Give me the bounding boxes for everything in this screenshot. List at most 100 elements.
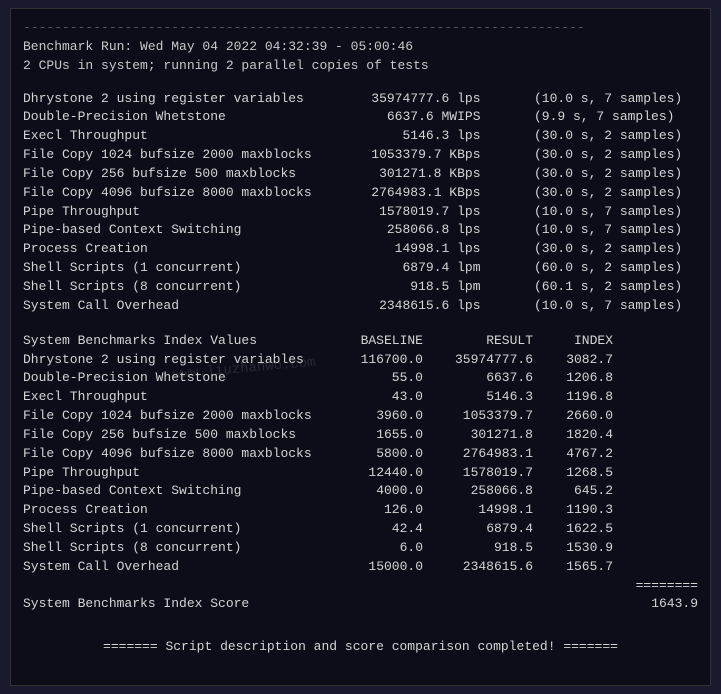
measurement-row: File Copy 4096 bufsize 8000 maxblocks276… xyxy=(23,184,698,203)
index-row-baseline: 5800.0 xyxy=(323,445,423,464)
measurement-row: File Copy 256 bufsize 500 maxblocks 30127… xyxy=(23,165,698,184)
index-row-label: Dhrystone 2 using register variables xyxy=(23,351,323,370)
table-header-row: System Benchmarks Index Values BASELINE … xyxy=(23,332,698,351)
header-line-1: Benchmark Run: Wed May 04 2022 04:32:39 … xyxy=(23,38,698,57)
measurement-row: Execl Throughput5146.3 lps(30.0 s, 2 sam… xyxy=(23,127,698,146)
index-row-result: 6637.6 xyxy=(423,369,533,388)
score-value: 1643.9 xyxy=(618,595,698,614)
index-row-result: 918.5 xyxy=(423,539,533,558)
index-row-label: Pipe Throughput xyxy=(23,464,323,483)
index-row-label: Double-Precision Whetstone xyxy=(23,369,323,388)
measurement-info: (30.0 s, 2 samples) xyxy=(528,127,698,146)
measurement-row: Double-Precision Whetstone 6637.6 MWIPS (9… xyxy=(23,108,698,127)
measurement-value: 1578019.7 lps xyxy=(371,203,481,222)
measurement-info: (30.0 s, 2 samples) xyxy=(528,184,698,203)
measurement-label: Dhrystone 2 using register variables xyxy=(23,90,323,109)
index-row-index: 4767.2 xyxy=(533,445,613,464)
measurement-info: (60.1 s, 2 samples) xyxy=(528,278,698,297)
index-row-result: 5146.3 xyxy=(423,388,533,407)
measurement-info: (30.0 s, 2 samples) xyxy=(528,146,698,165)
col-header-index: INDEX xyxy=(533,332,613,351)
measurement-info: (10.0 s, 7 samples) xyxy=(528,203,698,222)
index-table-section: System Benchmarks Index Values BASELINE … xyxy=(23,332,698,615)
equals-separator: ======== xyxy=(23,577,698,596)
index-table-row: Process Creation 126.0 14998.1 1190.3 xyxy=(23,501,698,520)
index-row-baseline: 43.0 xyxy=(323,388,423,407)
index-row-result: 1578019.7 xyxy=(423,464,533,483)
index-row-index: 3082.7 xyxy=(533,351,613,370)
measurement-label: File Copy 1024 bufsize 2000 maxblocks xyxy=(23,146,323,165)
measurement-value: 918.5 lpm xyxy=(371,278,481,297)
index-row-label: Shell Scripts (1 concurrent) xyxy=(23,520,323,539)
col-header-baseline: BASELINE xyxy=(323,332,423,351)
index-row-index: 645.2 xyxy=(533,482,613,501)
index-row-baseline: 126.0 xyxy=(323,501,423,520)
measurement-value: 1053379.7 KBps xyxy=(371,146,481,165)
index-row-index: 1622.5 xyxy=(533,520,613,539)
measurement-label: Double-Precision Whetstone xyxy=(23,108,323,127)
index-row-label: File Copy 1024 bufsize 2000 maxblocks xyxy=(23,407,323,426)
measurement-row: Shell Scripts (8 concurrent) 918.5 lpm (60… xyxy=(23,278,698,297)
score-label: System Benchmarks Index Score xyxy=(23,595,618,614)
index-table-row: File Copy 1024 bufsize 2000 maxblocks 39… xyxy=(23,407,698,426)
index-row-index: 1190.3 xyxy=(533,501,613,520)
index-row-result: 1053379.7 xyxy=(423,407,533,426)
index-row-result: 6879.4 xyxy=(423,520,533,539)
separator-top: ----------------------------------------… xyxy=(23,19,698,38)
measurement-row: System Call Overhead2348615.6 lps(10.0 s… xyxy=(23,297,698,316)
index-row-baseline: 116700.0 xyxy=(323,351,423,370)
index-row-result: 14998.1 xyxy=(423,501,533,520)
index-row-baseline: 12440.0 xyxy=(323,464,423,483)
measurement-value: 301271.8 KBps xyxy=(371,165,481,184)
header-line-2: 2 CPUs in system; running 2 parallel cop… xyxy=(23,57,698,76)
index-row-baseline: 1655.0 xyxy=(323,426,423,445)
index-table-row: Dhrystone 2 using register variables 116… xyxy=(23,351,698,370)
index-row-result: 2348615.6 xyxy=(423,558,533,577)
index-row-baseline: 6.0 xyxy=(323,539,423,558)
measurement-row: Dhrystone 2 using register variables3597… xyxy=(23,90,698,109)
measurement-row: File Copy 1024 bufsize 2000 maxblocks 105… xyxy=(23,146,698,165)
index-row-label: Shell Scripts (8 concurrent) xyxy=(23,539,323,558)
index-row-result: 258066.8 xyxy=(423,482,533,501)
index-row-result: 35974777.6 xyxy=(423,351,533,370)
index-row-label: File Copy 256 bufsize 500 maxblocks xyxy=(23,426,323,445)
index-table-row: System Call Overhead 15000.0 2348615.6 1… xyxy=(23,558,698,577)
measurement-label: Shell Scripts (8 concurrent) xyxy=(23,278,323,297)
measurement-info: (10.0 s, 7 samples) xyxy=(528,221,698,240)
index-row-label: System Call Overhead xyxy=(23,558,323,577)
index-table-row: Pipe-based Context Switching 4000.0 2580… xyxy=(23,482,698,501)
index-table-row: File Copy 4096 bufsize 8000 maxblocks 58… xyxy=(23,445,698,464)
index-row-label: Execl Throughput xyxy=(23,388,323,407)
measurement-label: System Call Overhead xyxy=(23,297,323,316)
score-row: System Benchmarks Index Score 1643.9 xyxy=(23,595,698,614)
terminal-window: ----------------------------------------… xyxy=(10,8,711,686)
measurement-info: (30.0 s, 2 samples) xyxy=(528,240,698,259)
index-row-index: 1530.9 xyxy=(533,539,613,558)
index-row-baseline: 4000.0 xyxy=(323,482,423,501)
index-row-index: 1268.5 xyxy=(533,464,613,483)
measurement-info: (30.0 s, 2 samples) xyxy=(528,165,698,184)
measurements-section: Dhrystone 2 using register variables3597… xyxy=(23,90,698,316)
footer-line: ======= Script description and score com… xyxy=(23,638,698,657)
measurement-label: File Copy 4096 bufsize 8000 maxblocks xyxy=(23,184,323,203)
index-table-row: Shell Scripts (8 concurrent) 6.0 918.5 1… xyxy=(23,539,698,558)
index-row-index: 1565.7 xyxy=(533,558,613,577)
index-table-row: File Copy 256 bufsize 500 maxblocks 1655… xyxy=(23,426,698,445)
measurement-info: (9.9 s, 7 samples) xyxy=(528,108,698,127)
index-row-baseline: 3960.0 xyxy=(323,407,423,426)
index-row-label: Process Creation xyxy=(23,501,323,520)
measurement-value: 6637.6 MWIPS xyxy=(371,108,481,127)
index-table-row: Pipe Throughput 12440.0 1578019.7 1268.5 xyxy=(23,464,698,483)
measurement-info: (10.0 s, 7 samples) xyxy=(528,90,698,109)
measurement-info: (60.0 s, 2 samples) xyxy=(528,259,698,278)
index-row-baseline: 55.0 xyxy=(323,369,423,388)
index-table-row: Execl Throughput 43.0 5146.3 1196.8 xyxy=(23,388,698,407)
index-row-label: File Copy 4096 bufsize 8000 maxblocks xyxy=(23,445,323,464)
measurement-label: File Copy 256 bufsize 500 maxblocks xyxy=(23,165,323,184)
index-table-row: Double-Precision Whetstone 55.0 6637.6 1… xyxy=(23,369,698,388)
index-row-result: 301271.8 xyxy=(423,426,533,445)
measurement-row: Shell Scripts (1 concurrent)6879.4 lpm(6… xyxy=(23,259,698,278)
measurement-info: (10.0 s, 7 samples) xyxy=(528,297,698,316)
measurement-value: 6879.4 lpm xyxy=(371,259,481,278)
measurement-label: Process Creation xyxy=(23,240,323,259)
